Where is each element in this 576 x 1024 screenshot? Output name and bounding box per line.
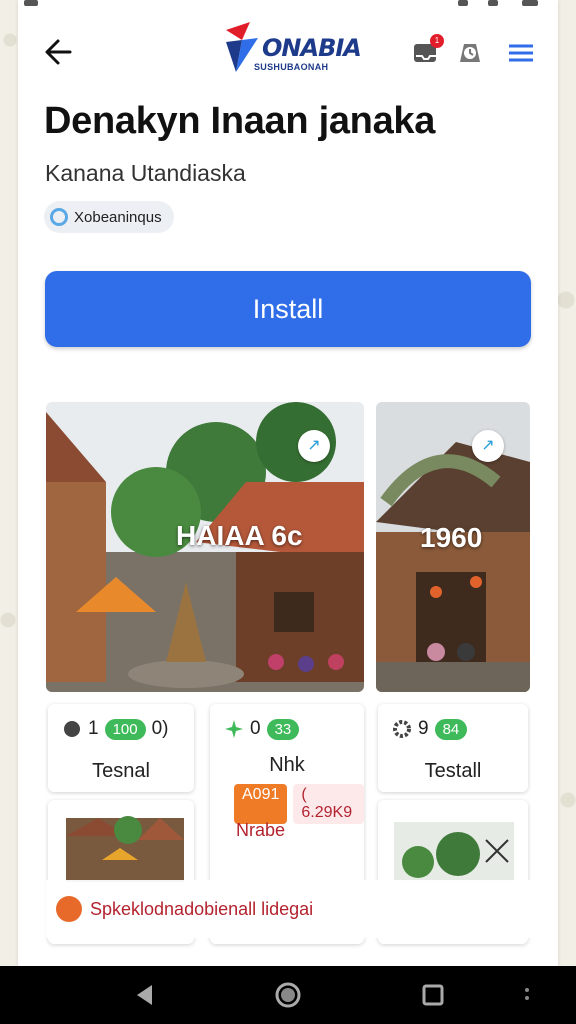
cloud-icon bbox=[64, 721, 80, 737]
logo-title: ONABIA bbox=[262, 34, 362, 62]
tile-count: 0 bbox=[250, 718, 261, 739]
tile-count: 9 bbox=[418, 718, 429, 739]
tile-note: Nrabe bbox=[236, 820, 286, 840]
chip-label: Xobeaninqus bbox=[74, 208, 162, 226]
nav-recents-icon[interactable] bbox=[420, 982, 446, 1008]
back-arrow-icon bbox=[45, 39, 72, 65]
ring-icon bbox=[50, 208, 68, 226]
size-tag: ( 6.29K9 bbox=[293, 784, 364, 824]
tile-count: 1 bbox=[88, 718, 99, 739]
status-bar bbox=[18, 0, 558, 10]
logo-subtitle: SUSHUBAONAH bbox=[254, 62, 329, 72]
tile-label: Nhk bbox=[269, 754, 305, 776]
tile-stats: 1 100 0) bbox=[62, 718, 169, 740]
screenshot-1[interactable]: HAIAA 6c ↗ bbox=[46, 402, 364, 692]
feature-tile-1[interactable]: 1 100 0) Tesnal bbox=[48, 704, 194, 792]
promo-text: Spkeklodnadobienall lidegai bbox=[90, 898, 314, 919]
system-nav-bar bbox=[0, 966, 576, 1024]
back-button[interactable] bbox=[40, 32, 80, 72]
history-button[interactable] bbox=[456, 38, 486, 68]
screenshot-2[interactable]: 1960 ↗ bbox=[376, 402, 530, 692]
inbox-button[interactable]: 1 bbox=[412, 34, 444, 68]
tile-pill: 33 bbox=[266, 718, 300, 740]
clock-bag-icon bbox=[460, 44, 480, 62]
tile-tags: A091 ( 6.29K9 bbox=[234, 784, 364, 824]
app-title: Denakyn Inaan janaka bbox=[44, 100, 436, 142]
nav-more-icon[interactable] bbox=[514, 982, 540, 1008]
screenshot-overlay-text: HAIAA 6c bbox=[176, 520, 303, 551]
tile-pill: 84 bbox=[434, 718, 468, 740]
expand-icon[interactable]: ↗ bbox=[298, 430, 330, 462]
status-icon bbox=[458, 0, 468, 6]
feature-tile-3[interactable]: 9 84 Testall bbox=[378, 704, 528, 792]
app-store-page: ONABIA SUSHUBAONAH 1 Denakyn Inaan janak… bbox=[18, 0, 558, 966]
promo-banner[interactable]: Spkeklodnadobienall lidegai bbox=[46, 880, 546, 938]
tile-label: Tesnal bbox=[92, 760, 150, 782]
price-tag: A091 bbox=[234, 784, 288, 824]
sparkle-icon bbox=[225, 720, 243, 738]
tile-stats: 9 84 bbox=[392, 718, 468, 740]
status-icon bbox=[488, 0, 498, 6]
battery-icon bbox=[522, 0, 538, 6]
install-button[interactable]: Install bbox=[45, 271, 531, 347]
promo-icon bbox=[56, 896, 82, 922]
tile-pill: 100 bbox=[104, 718, 146, 740]
expand-icon[interactable]: ↗ bbox=[472, 430, 504, 462]
app-header: ONABIA SUSHUBAONAH 1 bbox=[18, 18, 558, 84]
status-icon bbox=[24, 0, 38, 6]
category-chip[interactable]: Xobeaninqus bbox=[44, 201, 174, 233]
nav-home-icon[interactable] bbox=[275, 982, 301, 1008]
brand-logo[interactable]: ONABIA SUSHUBAONAH bbox=[218, 18, 362, 82]
tile-stats: 0 33 bbox=[224, 718, 300, 740]
gear-icon bbox=[393, 720, 411, 738]
nav-back-icon[interactable] bbox=[132, 982, 158, 1008]
tile-suffix: 0) bbox=[151, 718, 169, 739]
menu-button[interactable] bbox=[506, 38, 536, 68]
hamburger-menu-icon bbox=[509, 44, 533, 62]
screenshot-overlay-text: 1960 bbox=[420, 522, 483, 553]
tile-label: Testall bbox=[424, 760, 482, 782]
notification-badge: 1 bbox=[430, 34, 444, 48]
developer-name[interactable]: Kanana Utandiaska bbox=[45, 160, 246, 187]
